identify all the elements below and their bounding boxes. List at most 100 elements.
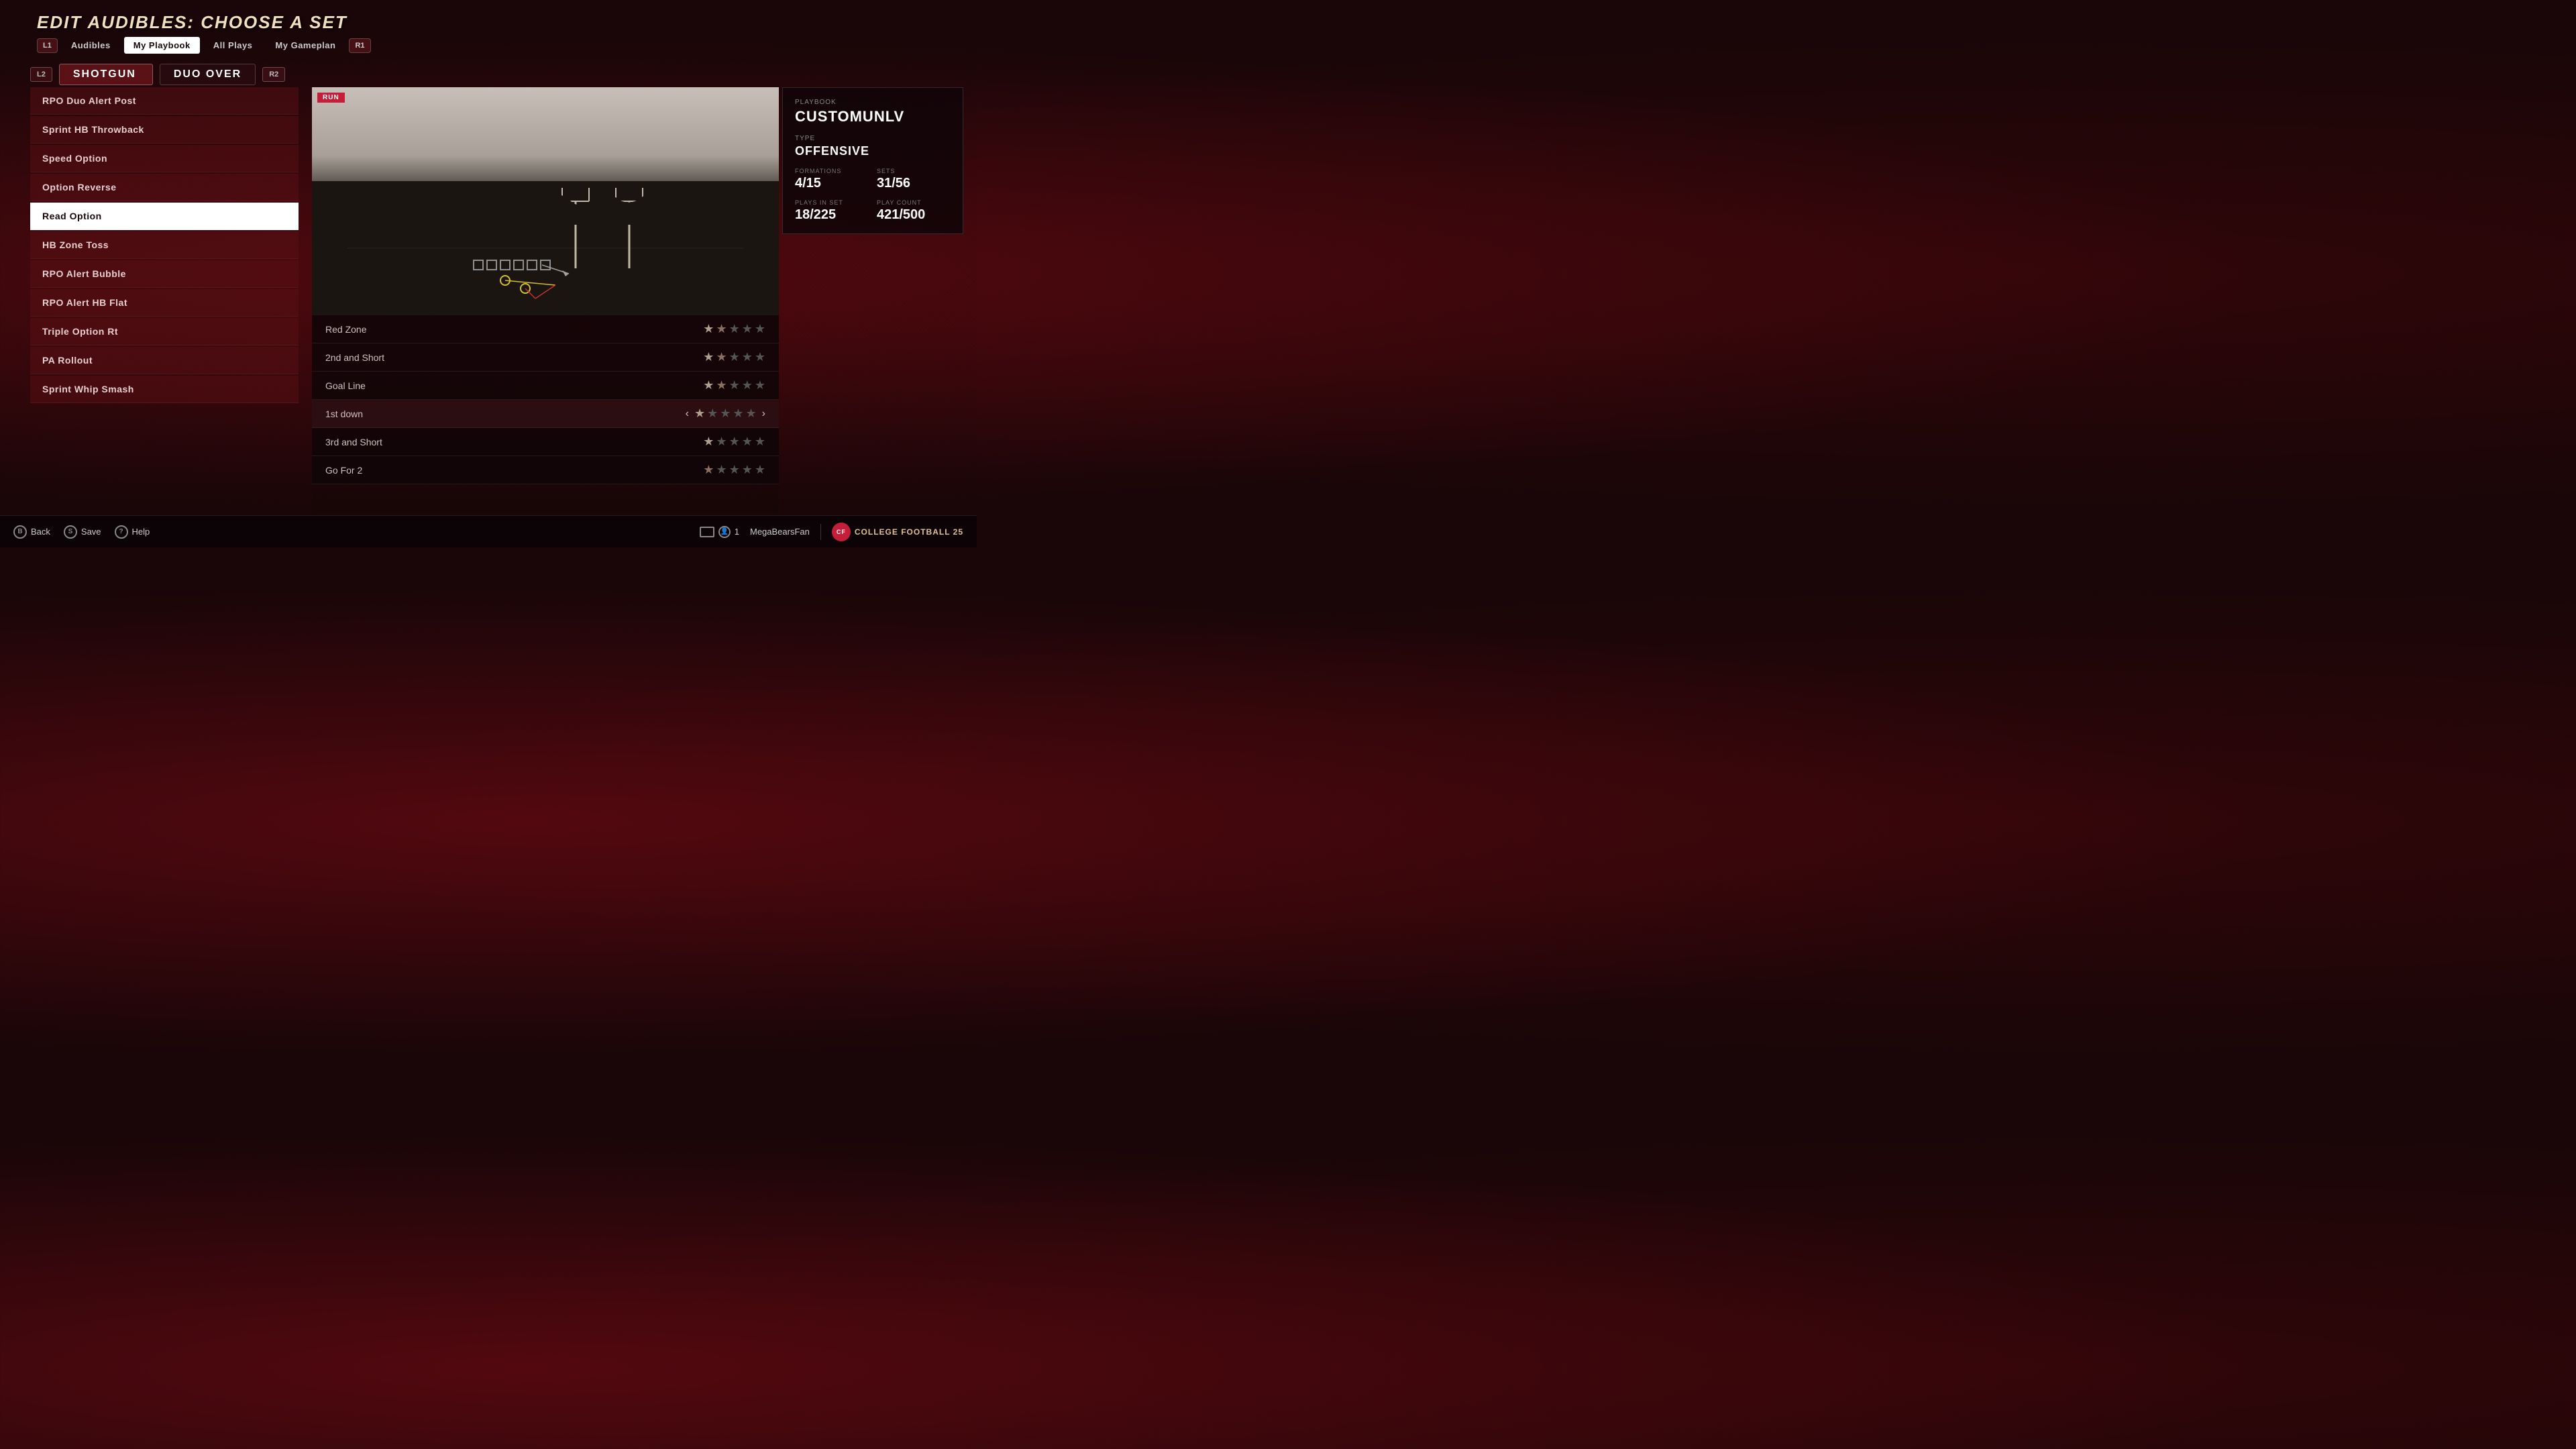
save-icon: S bbox=[64, 525, 77, 539]
rating-row-3rdshort: 3rd and Short ★ ★ ★ ★ ★ bbox=[312, 428, 779, 456]
playbook-value: CUSTOMUNLV bbox=[795, 108, 951, 125]
play-preview: RUN READ OPTION bbox=[312, 87, 779, 315]
count-stat: PLAY COUNT 421/500 bbox=[877, 199, 951, 223]
stars-redzone: ★ ★ ★ ★ ★ bbox=[703, 322, 765, 336]
rating-label-2ndshort: 2nd and Short bbox=[325, 352, 384, 363]
tab-trigger-l1: L1 bbox=[37, 38, 58, 53]
play-item-5[interactable]: HB Zone Toss bbox=[30, 231, 299, 259]
rating-row-1stdown: 1st down ‹ ★ ★ ★ ★ ★ › bbox=[312, 400, 779, 428]
formations-label: FORMATIONS bbox=[795, 168, 869, 174]
arrow-left-icon[interactable]: ‹ bbox=[686, 408, 689, 420]
rating-label-redzone: Red Zone bbox=[325, 324, 366, 335]
star-1: ★ bbox=[703, 350, 714, 364]
play-item-10[interactable]: Sprint Whip Smash bbox=[30, 376, 299, 403]
play-list: RPO Duo Alert Post Sprint HB Throwback S… bbox=[30, 87, 299, 514]
torn-edge-overlay bbox=[312, 191, 779, 225]
star-5: ★ bbox=[755, 378, 765, 392]
back-label: Back bbox=[31, 527, 50, 537]
stars-display: ★ ★ ★ ★ ★ bbox=[703, 322, 765, 336]
tab-my-playbook[interactable]: My Playbook bbox=[124, 37, 200, 54]
star-3: ★ bbox=[720, 407, 731, 421]
plays-stat: PLAYS IN SET 18/225 bbox=[795, 199, 869, 223]
play-item-7[interactable]: RPO Alert HB Flat bbox=[30, 289, 299, 317]
main-content: RUN READ OPTION bbox=[312, 87, 779, 514]
star-4: ★ bbox=[733, 407, 743, 421]
star-5: ★ bbox=[755, 350, 765, 364]
play-item-8[interactable]: Triple Option Rt bbox=[30, 318, 299, 345]
star-4: ★ bbox=[742, 350, 753, 364]
formations-stat: FORMATIONS 4/15 bbox=[795, 168, 869, 191]
star-1: ★ bbox=[703, 322, 714, 336]
stars-display: ★ ★ ★ ★ ★ bbox=[694, 407, 757, 421]
trigger-l2: L2 bbox=[30, 67, 52, 82]
game-title: COLLEGE FOOTBALL 25 bbox=[855, 527, 963, 537]
star-1: ★ bbox=[694, 407, 705, 421]
sets-value: 31/56 bbox=[877, 176, 951, 191]
stars-1stdown: ‹ ★ ★ ★ ★ ★ › bbox=[686, 407, 765, 421]
play-type-badge: RUN bbox=[317, 93, 345, 103]
plays-value: 18/225 bbox=[795, 207, 869, 223]
sets-stat: SETS 31/56 bbox=[877, 168, 951, 191]
star-5: ★ bbox=[755, 322, 765, 336]
star-2: ★ bbox=[707, 407, 718, 421]
star-2: ★ bbox=[716, 322, 727, 336]
star-4: ★ bbox=[742, 378, 753, 392]
user-icon: 👤 bbox=[718, 526, 731, 538]
user-count: 1 bbox=[735, 527, 739, 537]
star-3: ★ bbox=[729, 435, 740, 449]
arrow-right-icon[interactable]: › bbox=[762, 408, 765, 420]
stars-2ndshort: ★ ★ ★ ★ ★ bbox=[703, 350, 765, 364]
play-item-6[interactable]: RPO Alert Bubble bbox=[30, 260, 299, 288]
rating-row-goalline: Goal Line ★ ★ ★ ★ ★ bbox=[312, 372, 779, 400]
formations-value: 4/15 bbox=[795, 176, 869, 191]
star-5: ★ bbox=[746, 407, 757, 421]
star-3: ★ bbox=[729, 463, 740, 477]
tab-audibles[interactable]: Audibles bbox=[62, 37, 120, 54]
rating-row-gofor2: Go For 2 ★ ★ ★ ★ ★ bbox=[312, 456, 779, 484]
play-item-1[interactable]: Sprint HB Throwback bbox=[30, 116, 299, 144]
tab-all-plays[interactable]: All Plays bbox=[204, 37, 262, 54]
star-1: ★ bbox=[703, 378, 714, 392]
rating-label-goalline: Goal Line bbox=[325, 380, 366, 391]
help-button[interactable]: ? Help bbox=[115, 525, 150, 539]
bottom-left-controls: B Back S Save ? Help bbox=[13, 525, 150, 539]
rating-row-2ndshort: 2nd and Short ★ ★ ★ ★ ★ bbox=[312, 343, 779, 372]
formation-name[interactable]: SHOTGUN bbox=[59, 64, 153, 85]
rating-label-1stdown: 1st down bbox=[325, 409, 363, 419]
logo-badge: CF bbox=[832, 523, 851, 541]
play-item-2[interactable]: Speed Option bbox=[30, 145, 299, 172]
star-2: ★ bbox=[716, 435, 727, 449]
trigger-r2: R2 bbox=[262, 67, 285, 82]
ratings-section: Red Zone ★ ★ ★ ★ ★ 2nd and Short ★ ★ ★ ★ bbox=[312, 315, 779, 484]
rating-label-gofor2: Go For 2 bbox=[325, 465, 362, 476]
help-label: Help bbox=[132, 527, 150, 537]
formation-bar: L2 SHOTGUN DUO OVER R2 bbox=[30, 64, 285, 85]
star-5: ★ bbox=[755, 435, 765, 449]
play-item-9[interactable]: PA Rollout bbox=[30, 347, 299, 374]
star-4: ★ bbox=[742, 463, 753, 477]
play-item-3[interactable]: Option Reverse bbox=[30, 174, 299, 201]
back-icon: B bbox=[13, 525, 27, 539]
count-value: 421/500 bbox=[877, 207, 951, 223]
help-icon: ? bbox=[115, 525, 128, 539]
star-2: ★ bbox=[716, 350, 727, 364]
user-info: MegaBearsFan bbox=[750, 527, 810, 537]
username: MegaBearsFan bbox=[750, 527, 810, 537]
stars-3rdshort: ★ ★ ★ ★ ★ bbox=[703, 435, 765, 449]
stars-display: ★ ★ ★ ★ ★ bbox=[703, 378, 765, 392]
set-name[interactable]: DUO OVER bbox=[160, 64, 256, 85]
star-4: ★ bbox=[742, 322, 753, 336]
rating-label-3rdshort: 3rd and Short bbox=[325, 437, 382, 447]
star-1: ★ bbox=[703, 435, 714, 449]
type-value: OFFENSIVE bbox=[795, 144, 951, 158]
tab-my-gameplan[interactable]: My Gameplan bbox=[266, 37, 345, 54]
info-grid: FORMATIONS 4/15 SETS 31/56 PLAYS IN SET … bbox=[795, 168, 951, 223]
play-item-4[interactable]: Read Option bbox=[30, 203, 299, 230]
star-2: ★ bbox=[716, 378, 727, 392]
stars-gofor2: ★ ★ ★ ★ ★ bbox=[703, 463, 765, 477]
play-item-0[interactable]: RPO Duo Alert Post bbox=[30, 87, 299, 115]
star-5: ★ bbox=[755, 463, 765, 477]
save-button[interactable]: S Save bbox=[64, 525, 101, 539]
back-button[interactable]: B Back bbox=[13, 525, 50, 539]
divider bbox=[820, 524, 821, 540]
